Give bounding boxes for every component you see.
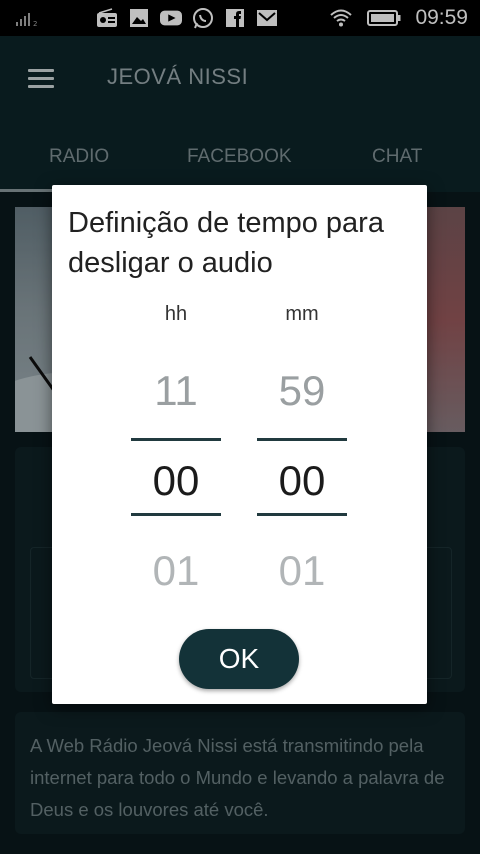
minutes-selection-top-line bbox=[257, 438, 347, 441]
hours-current-value[interactable]: 00 bbox=[131, 457, 221, 505]
minutes-label: mm bbox=[285, 303, 319, 325]
hours-picker[interactable]: 11 00 01 bbox=[131, 345, 221, 605]
dialog-title: Definição de tempo para desligar o audio bbox=[68, 207, 384, 279]
hours-selection-top-line bbox=[131, 438, 221, 441]
hours-label: hh bbox=[164, 303, 188, 325]
hours-selection-bottom-line bbox=[131, 513, 221, 516]
hours-next-value[interactable]: 01 bbox=[131, 547, 221, 595]
hours-prev-value[interactable]: 11 bbox=[131, 367, 221, 415]
minutes-current-value[interactable]: 00 bbox=[257, 457, 347, 505]
minutes-selection-bottom-line bbox=[257, 513, 347, 516]
minutes-picker[interactable]: 59 00 01 bbox=[257, 345, 347, 605]
minutes-prev-value[interactable]: 59 bbox=[257, 367, 347, 415]
sleep-timer-dialog: Definição de tempo para desligar o audio… bbox=[52, 185, 427, 704]
ok-button[interactable]: OK bbox=[179, 629, 299, 689]
minutes-next-value[interactable]: 01 bbox=[257, 547, 347, 595]
